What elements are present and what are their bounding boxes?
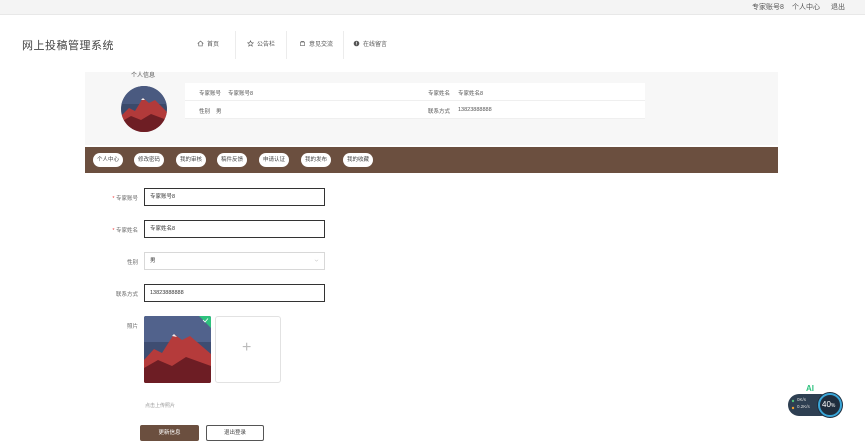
profile-gender-value: 男 bbox=[216, 109, 222, 115]
widget-download-speed: 0K/s bbox=[797, 397, 807, 402]
tab-apply-certification[interactable]: 申请认证 bbox=[259, 153, 290, 167]
header: 网上投稿管理系统 首页 公告栏 意见交流 在线留言 bbox=[0, 15, 865, 71]
nav-divider bbox=[343, 31, 344, 59]
upload-photo-button[interactable]: + bbox=[215, 316, 281, 383]
nav-forum-label: 意见交流 bbox=[309, 42, 334, 48]
profile-account-label: 专家账号 bbox=[199, 91, 222, 97]
profile-info-row: 专家账号 专家账号8 专家姓名 专家姓名8 bbox=[185, 83, 645, 101]
widget-ai-label: AI bbox=[806, 384, 814, 393]
tab-personal-center[interactable]: 个人中心 bbox=[93, 153, 124, 167]
speed-widget-graphic bbox=[788, 392, 843, 418]
nav-forum[interactable]: 意见交流 bbox=[299, 39, 333, 48]
logout-button[interactable]: 退出登录 bbox=[206, 425, 264, 441]
plus-icon: + bbox=[242, 339, 252, 356]
phone-label: 联系方式 bbox=[115, 292, 138, 298]
nav-divider bbox=[286, 31, 287, 59]
message-icon bbox=[353, 40, 360, 47]
tab-my-favorites[interactable]: 我的收藏 bbox=[343, 153, 374, 167]
name-label: * 专家姓名 bbox=[112, 228, 138, 234]
phone-input[interactable]: 13823888888 bbox=[144, 284, 325, 302]
account-input[interactable]: 专家账号8 bbox=[144, 188, 325, 206]
home-icon bbox=[197, 40, 204, 47]
chat-icon bbox=[300, 40, 305, 46]
avatar-mountain-image bbox=[121, 86, 167, 132]
widget-percent: 40% bbox=[822, 400, 836, 409]
chevron-down-icon bbox=[314, 259, 319, 262]
tab-manuscript-feedback[interactable]: 稿件反馈 bbox=[217, 153, 248, 167]
profile-name-label: 专家姓名 bbox=[428, 91, 451, 97]
profile-name-value: 专家姓名8 bbox=[458, 91, 484, 97]
nav-divider bbox=[235, 31, 236, 59]
network-speed-widget[interactable]: AI 0K/s 0.2K/s 40% bbox=[788, 384, 844, 420]
nav-home[interactable]: 首页 bbox=[197, 39, 219, 48]
tab-change-password[interactable]: 修改密码 bbox=[134, 153, 165, 167]
upload-hint: 点击上传照片 bbox=[145, 403, 176, 409]
nav-notice[interactable]: 公告栏 bbox=[247, 39, 275, 48]
topbar-username[interactable]: 专家账号8 bbox=[752, 2, 784, 12]
topbar-logout-link[interactable]: 退出 bbox=[831, 2, 845, 12]
profile-info-row: 性别 男 联系方式 13823888888 bbox=[185, 101, 645, 119]
profile-phone-label: 联系方式 bbox=[428, 109, 451, 115]
topbar-personal-center-link[interactable]: 个人中心 bbox=[792, 2, 820, 12]
gender-select[interactable]: 男 bbox=[144, 252, 325, 270]
mountain-photo-image bbox=[144, 316, 211, 383]
update-info-button[interactable]: 更新信息 bbox=[140, 425, 199, 441]
gender-label: 性别 bbox=[126, 260, 138, 266]
nav-message[interactable]: 在线留言 bbox=[353, 39, 387, 48]
profile-info-table: 专家账号 专家账号8 专家姓名 专家姓名8 性别 男 联系方式 13823888… bbox=[185, 83, 645, 119]
tab-my-posts[interactable]: 我的发布 bbox=[301, 153, 332, 167]
account-label: * 专家账号 bbox=[112, 196, 138, 202]
uploaded-photo[interactable] bbox=[144, 316, 211, 383]
name-input[interactable]: 专家姓名8 bbox=[144, 220, 325, 238]
widget-upload-speed: 0.2K/s bbox=[797, 404, 810, 409]
avatar bbox=[121, 86, 167, 132]
profile-account-value: 专家账号8 bbox=[228, 91, 254, 97]
user-center-tab-bar: 个人中心 修改密码 我的审核 稿件反馈 申请认证 我的发布 我的收藏 bbox=[85, 147, 778, 173]
tab-my-review[interactable]: 我的审核 bbox=[176, 153, 207, 167]
profile-gender-label: 性别 bbox=[199, 109, 211, 115]
photo-label: 照片 bbox=[126, 324, 138, 330]
star-icon bbox=[247, 40, 254, 47]
nav-notice-label: 公告栏 bbox=[257, 42, 276, 48]
profile-title: 个人信息 bbox=[131, 73, 156, 79]
nav-home-label: 首页 bbox=[207, 42, 220, 48]
site-logo[interactable]: 网上投稿管理系统 bbox=[22, 37, 114, 53]
gender-select-value: 男 bbox=[150, 258, 156, 264]
top-bar: 专家账号8 个人中心 退出 bbox=[0, 0, 865, 15]
nav-message-label: 在线留言 bbox=[363, 42, 388, 48]
profile-phone-value: 13823888888 bbox=[458, 107, 492, 113]
